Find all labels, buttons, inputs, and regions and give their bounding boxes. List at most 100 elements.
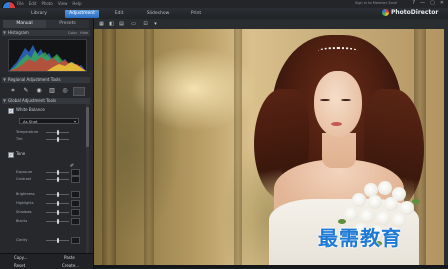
slider-contrast-label: Contrast <box>16 177 31 181</box>
regional-tools-header[interactable]: ▼ Regional Adjustment Tools <box>2 77 90 83</box>
panel-tabs: Manual Presets <box>3 20 89 28</box>
slider-blacks-label: Blacks <box>16 219 28 223</box>
collapse-icon: ▼ <box>3 77 7 82</box>
paste-button[interactable]: Paste <box>64 255 75 260</box>
brand-logo-icon <box>382 9 389 16</box>
menu-file[interactable]: File <box>17 1 24 6</box>
fullscreen-icon[interactable]: ▭ <box>130 21 137 27</box>
brightness-value-field[interactable] <box>71 191 80 198</box>
tab-library[interactable]: Library <box>24 10 54 18</box>
zoom-icon[interactable]: ▾ <box>152 21 159 27</box>
menu-help[interactable]: Help <box>72 1 81 6</box>
flower <box>360 209 374 223</box>
tone-title: Tone <box>16 151 26 156</box>
panel-scrollbar-thumb[interactable] <box>86 107 89 147</box>
histogram-color-toggle[interactable]: Color <box>68 30 77 36</box>
tab-presets[interactable]: Presets <box>46 20 89 28</box>
slider-contrast-thumb[interactable] <box>57 177 59 182</box>
eye-icon[interactable]: ◉ <box>36 88 42 94</box>
right-eye <box>341 99 351 101</box>
slider-tint-thumb[interactable] <box>57 137 59 142</box>
chevron-down-icon: ▾ <box>73 119 76 124</box>
clarity-value-field[interactable] <box>71 237 80 244</box>
highlights-value-field[interactable] <box>71 200 80 207</box>
flower <box>344 207 358 221</box>
brush-icon[interactable]: ✎ <box>23 88 29 94</box>
slider-exposure-thumb[interactable] <box>57 170 59 175</box>
collapse-icon: ▼ <box>3 30 7 35</box>
crop-icon[interactable]: ⌗ <box>10 88 16 94</box>
left-eye <box>320 99 330 101</box>
reset-button[interactable]: Reset <box>14 263 25 268</box>
title-bar: File Edit Photo View Help Sign In to Mem… <box>0 0 448 15</box>
tree-trunk <box>234 29 242 265</box>
slider-brightness-label: Brightness <box>16 192 35 196</box>
grid-icon[interactable]: ▦ <box>98 21 105 27</box>
menu-view[interactable]: View <box>58 1 68 6</box>
signin-link[interactable]: Sign In to Member Zone <box>355 1 397 5</box>
radial-icon[interactable]: ◎ <box>62 88 68 94</box>
collapse-icon: ▼ <box>3 98 7 103</box>
slider-exposure-label: Exposure <box>16 170 33 174</box>
white-balance-title: White Balance <box>16 107 45 112</box>
histogram-chart <box>9 45 86 71</box>
panel-bottom-bar: Copy... Paste Reset Create... <box>0 253 93 269</box>
slider-highlights-label: Highlights <box>16 201 34 205</box>
photodirector-window: File Edit Photo View Help Sign In to Mem… <box>0 0 448 269</box>
white-balance-dropdown[interactable]: As Shot ▾ <box>19 118 79 124</box>
slider-shadows-label: Shadows <box>16 210 32 214</box>
canvas-scrollbar[interactable] <box>444 29 448 265</box>
tree-trunk <box>102 29 116 265</box>
white-balance-value: As Shot <box>23 119 38 124</box>
flower <box>368 195 382 209</box>
before-after-icon[interactable]: ▤ <box>118 21 125 27</box>
compare-icon[interactable]: ◧ <box>108 21 115 27</box>
histogram-options: Color Hide <box>68 30 88 36</box>
create-button[interactable]: Create... <box>62 263 79 268</box>
window-controls: ? — ▢ ✕ <box>412 1 444 6</box>
tab-adjustment[interactable]: Adjustment <box>65 10 99 18</box>
minimize-icon[interactable]: — <box>420 1 425 6</box>
copy-button[interactable]: Copy... <box>14 255 27 260</box>
slider-brightness-thumb[interactable] <box>57 192 59 197</box>
global-tools-title: Global Adjustment Tools <box>8 98 57 103</box>
watermark: 最需教育 <box>318 226 402 250</box>
slider-temperature-label: Temperature <box>16 130 39 134</box>
leaf <box>412 199 420 204</box>
slider-highlights-thumb[interactable] <box>57 201 59 206</box>
fit-icon[interactable]: ⊡ <box>142 21 149 27</box>
flower <box>378 181 392 195</box>
menu-bar: File Edit Photo View Help <box>17 1 82 6</box>
blacks-value-field[interactable] <box>71 218 80 225</box>
close-icon[interactable]: ✕ <box>440 1 444 6</box>
menu-photo[interactable]: Photo <box>41 1 52 6</box>
tone-checkbox[interactable]: ✓ <box>8 152 14 158</box>
woman-neck <box>322 133 356 168</box>
histogram-header[interactable]: ▼ Histogram Color Hide <box>2 30 90 36</box>
maximize-icon[interactable]: ▢ <box>430 1 435 6</box>
shadows-value-field[interactable] <box>71 209 80 216</box>
help-icon[interactable]: ? <box>412 1 415 6</box>
histogram-title: Histogram <box>8 30 29 35</box>
slider-temperature-thumb[interactable] <box>57 130 59 135</box>
exposure-value-field[interactable] <box>71 169 80 176</box>
slider-tint-label: Tint <box>16 137 23 141</box>
tab-slideshow[interactable]: Slideshow <box>142 10 174 18</box>
lips <box>331 122 342 126</box>
gradient-icon[interactable]: ▥ <box>49 88 55 94</box>
regional-tools-title: Regional Adjustment Tools <box>8 77 61 82</box>
tab-print[interactable]: Print <box>186 10 206 18</box>
tool-settings-button[interactable] <box>73 87 85 96</box>
tab-manual[interactable]: Manual <box>3 20 46 28</box>
slider-blacks-thumb[interactable] <box>57 219 59 224</box>
menu-edit[interactable]: Edit <box>29 1 37 6</box>
global-tools-header[interactable]: ▼ Global Adjustment Tools <box>2 98 90 104</box>
histogram-hide-toggle[interactable]: Hide <box>80 30 88 36</box>
slider-clarity-label: Clarity <box>16 238 28 242</box>
slider-clarity-thumb[interactable] <box>57 238 59 243</box>
tab-edit[interactable]: Edit <box>110 10 128 18</box>
contrast-value-field[interactable] <box>71 176 80 183</box>
slider-shadows-thumb[interactable] <box>57 210 59 215</box>
woman-face <box>314 71 362 137</box>
white-balance-checkbox[interactable]: ✓ <box>8 108 14 114</box>
